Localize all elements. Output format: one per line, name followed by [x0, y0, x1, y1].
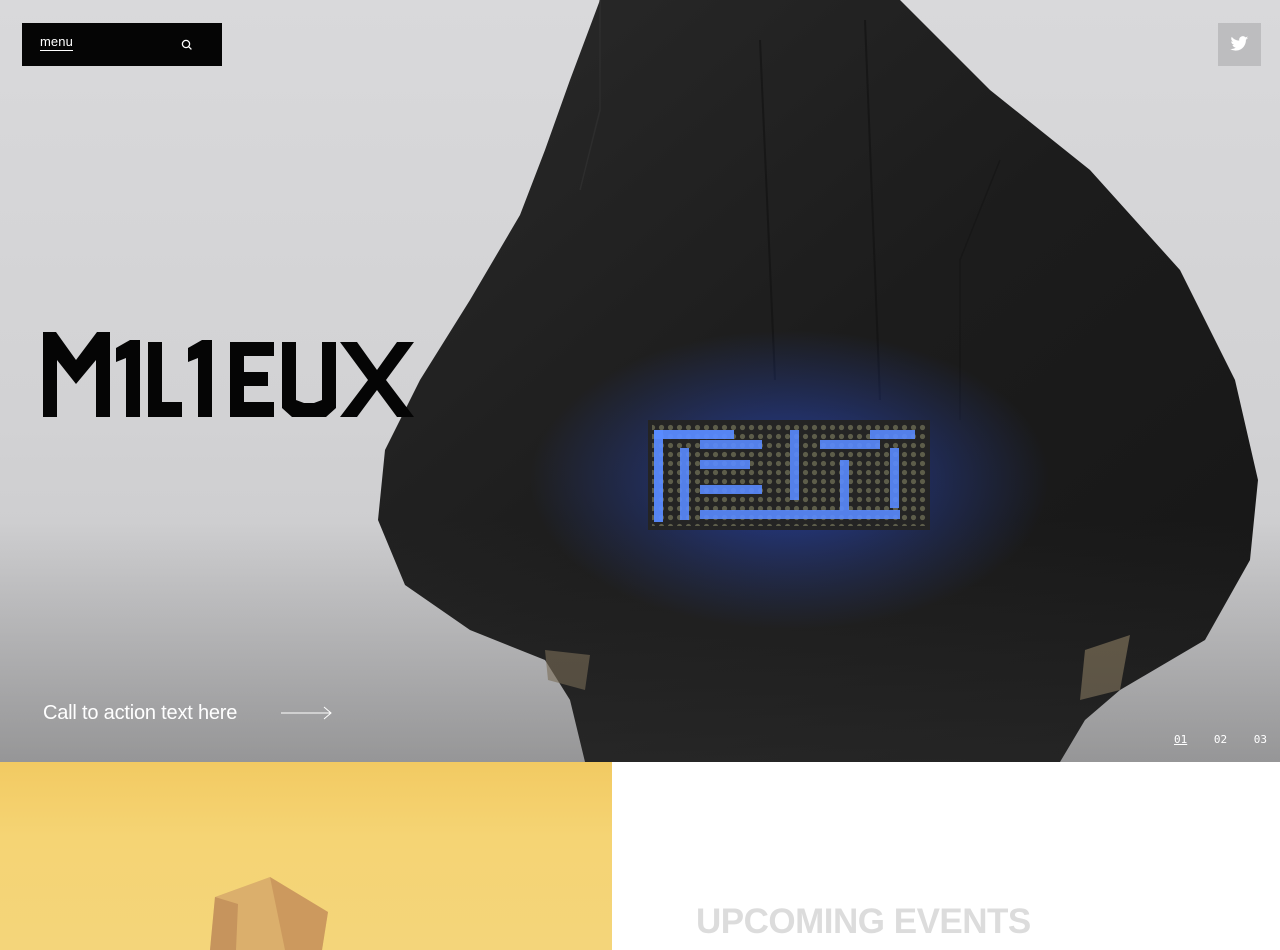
cta-link[interactable]: Call to action text here [43, 699, 333, 727]
slide-page-1[interactable]: 01 [1168, 733, 1193, 751]
upcoming-events-heading: UPCOMING EVENTS [696, 902, 1031, 941]
menu-button[interactable]: menu [40, 34, 73, 51]
twitter-icon [1230, 36, 1249, 51]
hero-banner: menu Call to action text here 01 02 03 [0, 0, 1280, 762]
twitter-button[interactable] [1218, 23, 1261, 66]
slide-page-3[interactable]: 03 [1248, 733, 1273, 751]
slide-page-2[interactable]: 02 [1208, 733, 1233, 751]
arrow-right-icon [281, 706, 332, 720]
event-image[interactable] [0, 762, 612, 950]
sculpture-block-image [210, 877, 328, 950]
cta-text: Call to action text here [43, 701, 238, 724]
search-icon[interactable] [178, 36, 196, 54]
menu-bar: menu [22, 23, 222, 66]
milieux-logo [42, 332, 414, 423]
slide-pagination: 01 02 03 [1168, 733, 1273, 751]
events-section: UPCOMING EVENTS [612, 762, 1280, 950]
